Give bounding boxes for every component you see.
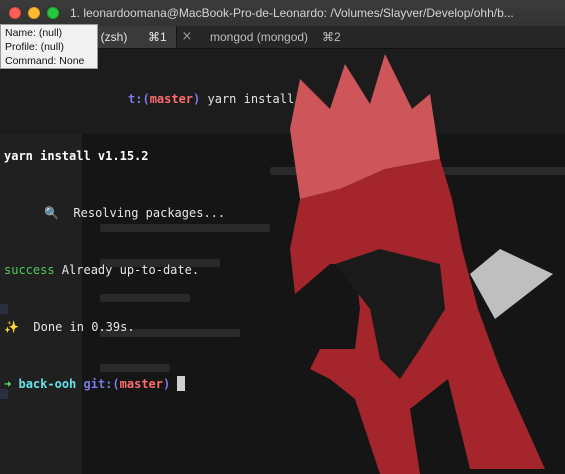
success-label: success <box>4 263 55 277</box>
terminal-line-yarn-version: yarn install v1.15.2 <box>4 149 149 163</box>
prompt-branch-name: master <box>119 377 163 391</box>
tab-mongod[interactable]: mongod (mongod) ⌘2 <box>196 26 565 48</box>
terminal-line-resolving: 🔍 Resolving packages... <box>44 206 226 220</box>
text-cursor <box>177 376 186 391</box>
helmet-visor <box>470 249 553 319</box>
terminal-line-done: ✨ Done in 0.39s. <box>4 320 135 334</box>
prompt-arrow-icon: ➜ <box>4 377 12 391</box>
session-tooltip: Name: (null) Profile: (null) Command: No… <box>0 24 98 69</box>
tooltip-profile: Profile: (null) <box>5 41 64 53</box>
tooltip-command: Command: None <box>5 55 85 67</box>
command-text: yarn install <box>200 92 295 106</box>
window-title: 1. leonardoomana@MacBook-Pro-de-Leonardo… <box>70 6 514 20</box>
magnifier-icon: 🔍 <box>44 206 59 220</box>
current-directory: back-ooh <box>18 377 77 391</box>
terminal-session[interactable]: t:(master) yarn install yarn install v1.… <box>0 49 565 474</box>
close-tab-icon[interactable]: × <box>180 26 194 48</box>
tab-mongod-shortcut: ⌘2 <box>322 30 341 44</box>
terminal-line-prompt[interactable]: ➜ back-ooh git:(master) <box>4 375 294 394</box>
terminal-line-command: t:(master) yarn install <box>128 92 295 106</box>
terminal-line-success: success Already up-to-date. <box>4 263 200 277</box>
minimize-window-button[interactable] <box>28 7 40 19</box>
branch-name: master <box>149 92 194 106</box>
zoom-window-button[interactable] <box>47 7 59 19</box>
tab-mongod-label: mongod (mongod) <box>210 30 309 44</box>
git-label: git <box>83 377 106 391</box>
tooltip-name: Name: (null) <box>5 27 63 39</box>
sparkles-icon: ✨ <box>4 320 19 334</box>
terminal-window: 1. leonardoomana@MacBook-Pro-de-Leonardo… <box>0 0 565 474</box>
terminal-output: t:(master) yarn install yarn install v1.… <box>4 52 294 432</box>
close-window-button[interactable] <box>9 7 21 19</box>
title-bar[interactable]: 1. leonardoomana@MacBook-Pro-de-Leonardo… <box>0 0 565 27</box>
tab-zsh-shortcut: ⌘1 <box>148 30 167 44</box>
